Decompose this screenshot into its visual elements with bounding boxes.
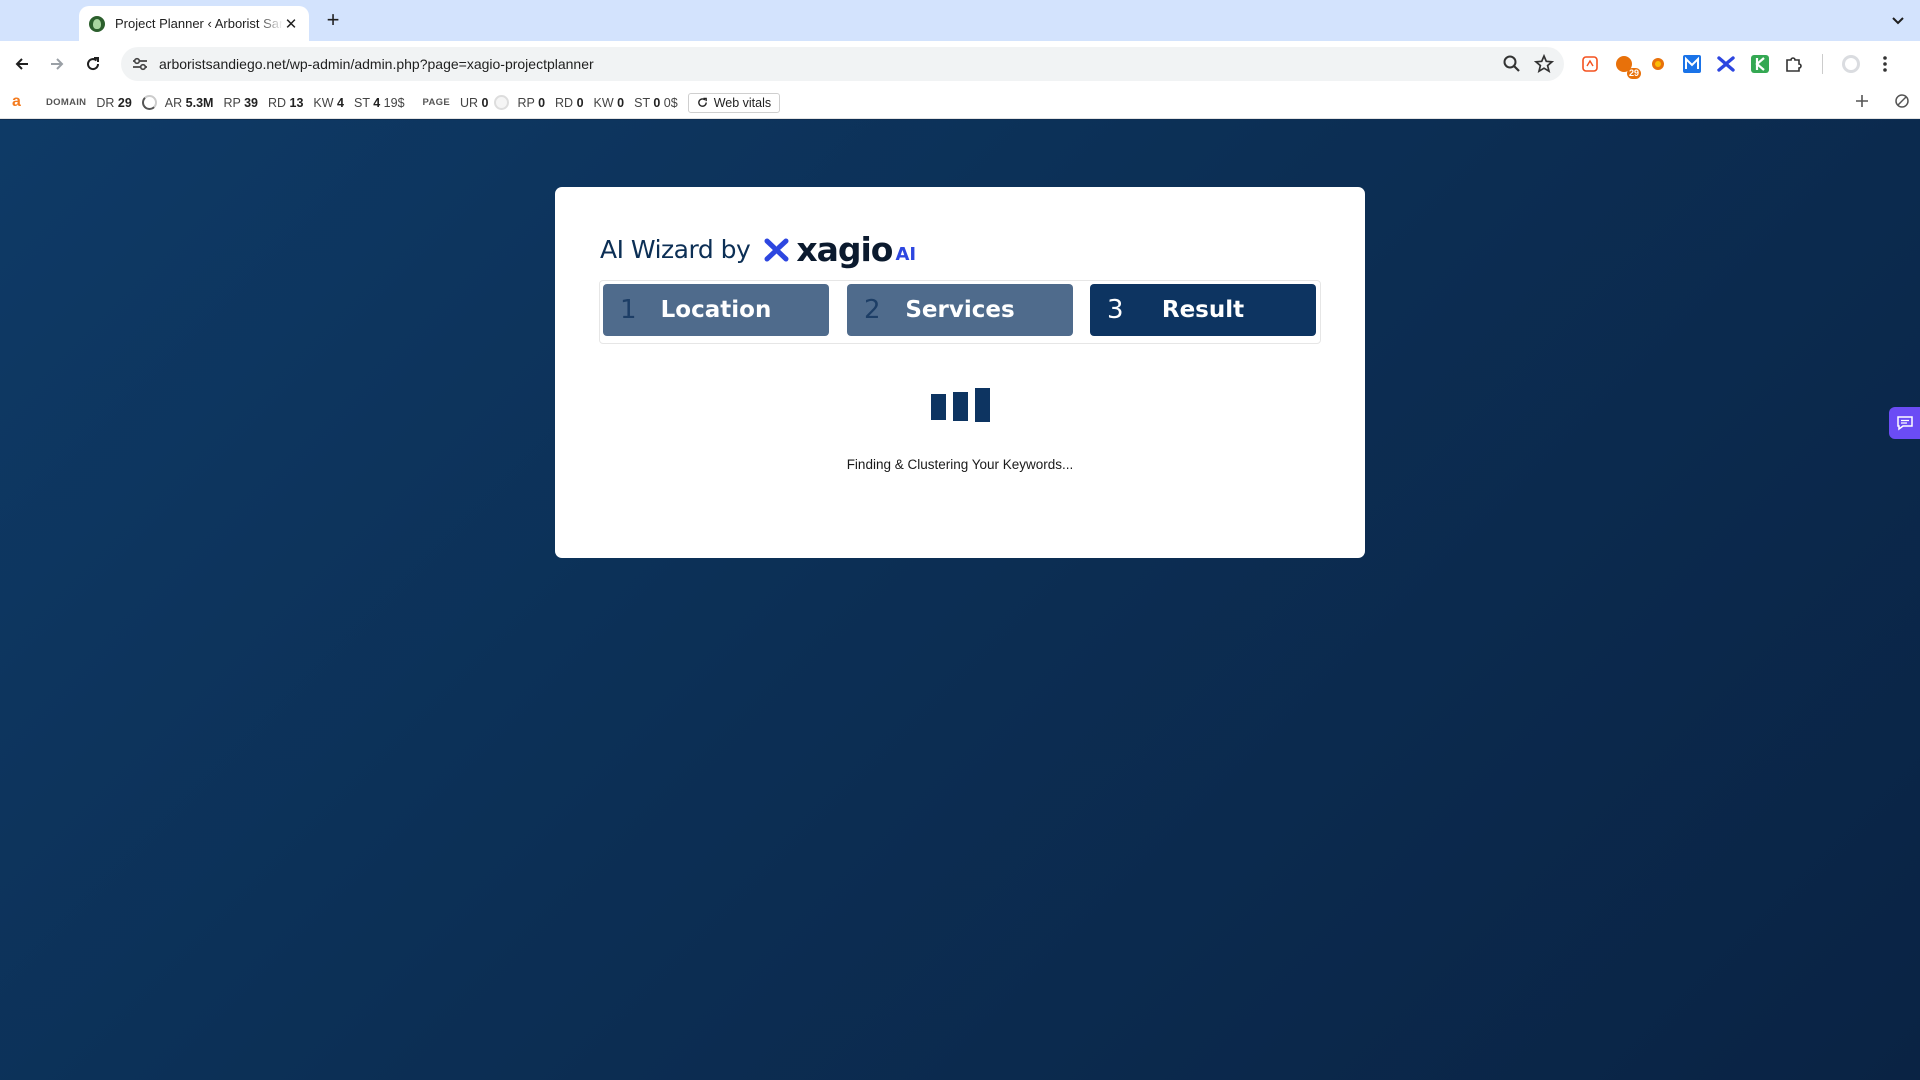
page-caption: PAGE: [422, 97, 450, 108]
m-extension-icon[interactable]: [1680, 52, 1704, 76]
site-favicon-icon: [89, 15, 105, 32]
page-rp-metric: RP 0: [517, 95, 546, 110]
wizard-steps: 1 Location 2 Services 3 Result: [599, 280, 1321, 344]
web-vitals-label: Web vitals: [713, 95, 772, 110]
loading-bars-icon: [931, 388, 991, 422]
wizard-header: AI Wizard by xagio AI: [600, 230, 916, 269]
extension-badge: 29: [1626, 68, 1641, 79]
address-bar[interactable]: arboristsandiego.net/wp-admin/admin.php?…: [121, 47, 1564, 81]
web-vitals-button[interactable]: Web vitals: [687, 92, 781, 113]
page-rd-metric: RD 0: [555, 95, 584, 110]
loader-bar: [975, 388, 990, 422]
tab-search-chevron-icon[interactable]: [1888, 10, 1908, 30]
tab-close-icon[interactable]: ✕: [283, 15, 299, 33]
dr-metric: DR 29: [96, 95, 132, 110]
tab-title: Project Planner ‹ Arborist San Diego — W…: [115, 16, 283, 31]
page-background: AI Wizard by xagio AI 1 Location 2 Servi…: [0, 120, 1920, 1080]
step-label: Location: [660, 297, 772, 323]
ar-metric: AR 5.3M: [164, 95, 214, 110]
wizard-title: AI Wizard by: [600, 235, 751, 264]
step-services[interactable]: 2 Services: [847, 284, 1073, 336]
xagio-ai-suffix: AI: [895, 244, 917, 265]
ur-metric: UR 0: [459, 95, 489, 110]
back-button[interactable]: [8, 50, 36, 78]
domain-caption: DOMAIN: [46, 97, 87, 108]
bookmark-star-icon[interactable]: [1534, 54, 1554, 74]
add-icon[interactable]: [1854, 93, 1870, 109]
page-st-metric: ST 0 0$: [634, 95, 678, 110]
forward-button[interactable]: [43, 50, 71, 78]
loading-status-text: Finding & Clustering Your Keywords...: [846, 457, 1074, 472]
puzzle-extension-icon[interactable]: [1782, 52, 1806, 76]
zoom-icon[interactable]: [1502, 54, 1522, 74]
refresh-icon: [697, 97, 707, 107]
rd-metric: RD 13: [267, 95, 304, 110]
loader-bar: [953, 392, 968, 421]
reload-icon: [87, 57, 100, 71]
loader-bar: [931, 394, 946, 420]
step-label: Result: [1161, 297, 1245, 323]
k-extension-icon[interactable]: [1748, 52, 1772, 76]
kw-metric: KW 4: [313, 95, 344, 110]
ahrefs-logo-icon[interactable]: a: [12, 93, 28, 111]
xagio-logo-icon: [764, 238, 789, 261]
toolbar-divider: [1822, 54, 1823, 74]
profile-avatar-icon[interactable]: [1839, 52, 1863, 76]
st-metric: ST 4 19$: [354, 95, 405, 110]
rating-extension-icon[interactable]: [1578, 52, 1602, 76]
site-settings-icon[interactable]: [131, 55, 149, 73]
page-kw-metric: KW 0: [593, 95, 625, 110]
xagio-extension-icon[interactable]: [1714, 52, 1738, 76]
back-arrow-icon: [15, 58, 28, 70]
step-number: 3: [1107, 295, 1124, 325]
tab-strip: Project Planner ‹ Arborist San Diego — W…: [0, 0, 1920, 41]
chat-widget-tab[interactable]: [1889, 407, 1920, 439]
step-result[interactable]: 3 Result: [1090, 284, 1316, 336]
cookie-extension-icon[interactable]: 29: [1612, 52, 1641, 79]
rp-metric: RP 39: [223, 95, 258, 110]
browser-tab[interactable]: Project Planner ‹ Arborist San Diego — W…: [79, 6, 309, 41]
step-number: 1: [620, 295, 637, 325]
forward-arrow-icon: [51, 58, 64, 70]
chat-bubble-icon: [1896, 416, 1913, 431]
disable-icon[interactable]: [1894, 93, 1910, 109]
step-number: 2: [864, 295, 881, 325]
browser-toolbar: arboristsandiego.net/wp-admin/admin.php?…: [0, 41, 1920, 87]
url-text: arboristsandiego.net/wp-admin/admin.php?…: [159, 56, 594, 72]
dr-ring-icon: [141, 95, 157, 110]
reload-button[interactable]: [79, 50, 107, 78]
menu-kebab-icon[interactable]: [1873, 52, 1897, 76]
xagio-brand-wordmark: xagio: [796, 230, 893, 269]
step-label: Services: [905, 297, 1015, 323]
wizard-card: AI Wizard by xagio AI 1 Location 2 Servi…: [555, 187, 1365, 558]
ur-ring-icon: [494, 95, 510, 110]
new-tab-button[interactable]: +: [320, 8, 346, 34]
extensions-row: 29: [1578, 52, 1897, 79]
step-location[interactable]: 1 Location: [603, 284, 829, 336]
bug-extension-icon[interactable]: [1646, 52, 1670, 76]
seo-toolbar: a DOMAIN DR 29 AR 5.3M RP 39 RD 13 KW 4 …: [0, 87, 1920, 119]
